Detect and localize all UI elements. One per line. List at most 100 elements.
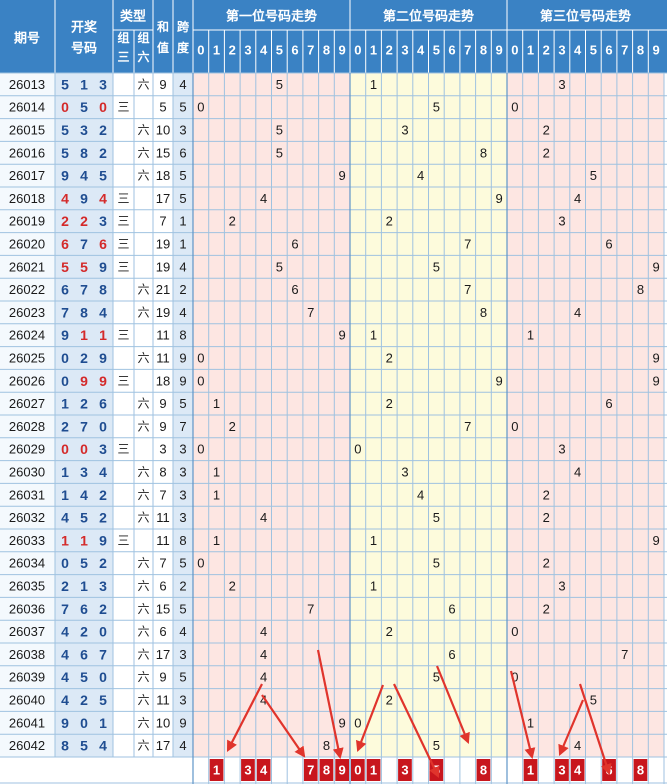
trend-mark: 9 (653, 259, 660, 274)
sum-cell: 9 (159, 419, 166, 434)
prediction-digit: 0 (354, 763, 361, 778)
zone-3-digit-header: 0 (511, 43, 518, 58)
draw-digit: 2 (80, 624, 88, 640)
zone-2-digit-header: 0 (354, 43, 361, 58)
sum-cell: 11 (156, 693, 170, 708)
trend-mark: 1 (213, 465, 220, 480)
span-cell: 5 (179, 601, 186, 616)
sum-cell: 3 (159, 442, 166, 457)
span-cell: 2 (179, 282, 186, 297)
draw-digit: 5 (80, 555, 88, 571)
sum-cell: 19 (156, 237, 170, 252)
trend-mark: 4 (574, 191, 581, 206)
trend-mark: 4 (574, 465, 581, 480)
trend-mark: 1 (527, 715, 534, 730)
trend-mark: 5 (433, 510, 440, 525)
issue-cell: 26026 (9, 373, 45, 388)
trend-mark: 2 (386, 693, 393, 708)
trend-mark: 9 (496, 191, 503, 206)
draw-digit: 9 (61, 715, 69, 731)
draw-digit: 0 (61, 373, 69, 389)
group6-mark: 六 (137, 647, 149, 661)
span-cell: 4 (179, 305, 186, 320)
draw-digit: 9 (99, 373, 107, 389)
issue-cell: 26042 (9, 738, 45, 753)
prediction-digit: 3 (401, 763, 408, 778)
draw-digit: 2 (99, 510, 107, 526)
issue-cell: 26019 (9, 214, 45, 229)
trend-mark: 6 (291, 282, 298, 297)
prediction-digit: 8 (323, 763, 330, 778)
draw-header-line2: 号码 (71, 41, 97, 56)
draw-digit: 8 (99, 282, 107, 298)
draw-digit: 1 (80, 532, 88, 548)
draw-digit: 5 (80, 669, 88, 685)
trend-mark: 2 (229, 419, 236, 434)
span-cell: 3 (179, 510, 186, 525)
trend-mark: 8 (480, 305, 487, 320)
trend-mark: 4 (260, 647, 267, 662)
draw-digit: 7 (61, 304, 69, 320)
trend-mark: 5 (590, 168, 597, 183)
g3-header-line1: 组 (117, 30, 129, 45)
sum-header-line2: 值 (157, 40, 169, 55)
trend-mark: 0 (197, 556, 204, 571)
span-cell: 8 (179, 328, 186, 343)
draw-digit: 1 (80, 76, 88, 92)
sum-cell: 10 (156, 715, 170, 730)
span-cell: 5 (179, 168, 186, 183)
group6-mark: 六 (137, 716, 149, 730)
prediction-digit: 8 (637, 763, 644, 778)
trend-mark: 5 (276, 259, 283, 274)
trend-mark: 4 (417, 168, 424, 183)
zone-2-title: 第二位号码走势 (383, 9, 474, 24)
draw-digit: 5 (80, 259, 88, 275)
draw-digit: 1 (61, 532, 69, 548)
trend-mark: 9 (339, 715, 346, 730)
trend-mark: 5 (433, 738, 440, 753)
draw-digit: 9 (80, 190, 88, 206)
draw-digit: 7 (99, 646, 107, 662)
span-cell: 3 (179, 487, 186, 502)
prediction-digit: 3 (558, 763, 565, 778)
draw-digit: 2 (61, 578, 69, 594)
group6-mark: 六 (137, 739, 149, 753)
draw-digit: 4 (99, 464, 107, 480)
trend-mark: 1 (370, 328, 377, 343)
draw-digit: 6 (80, 646, 88, 662)
draw-digit: 0 (99, 669, 107, 685)
trend-mark: 2 (386, 351, 393, 366)
draw-digit: 9 (80, 373, 88, 389)
sum-cell: 5 (159, 100, 166, 115)
issue-cell: 26033 (9, 533, 45, 548)
issue-cell: 26032 (9, 510, 45, 525)
prediction-digit: 7 (307, 763, 314, 778)
draw-digit: 3 (99, 76, 107, 92)
prediction-digit: 4 (574, 763, 582, 778)
draw-digit: 2 (99, 555, 107, 571)
trend-mark: 1 (370, 533, 377, 548)
group6-mark: 六 (137, 283, 149, 297)
zone-3-digit-header: 5 (590, 43, 597, 58)
trend-mark: 2 (386, 624, 393, 639)
zone-2-digit-header: 9 (496, 43, 503, 58)
prediction-digit: 1 (527, 763, 534, 778)
trend-mark: 2 (229, 214, 236, 229)
draw-digit: 6 (61, 282, 69, 298)
zone-3-digit-header: 9 (653, 43, 660, 58)
draw-digit: 8 (80, 304, 88, 320)
trend-mark: 7 (464, 419, 471, 434)
issue-cell: 26031 (9, 487, 45, 502)
zone-3-digit-header: 4 (574, 43, 582, 58)
trend-mark: 6 (448, 647, 455, 662)
zone-1-digit-header: 8 (323, 43, 330, 58)
sum-header-line1: 和 (156, 19, 169, 34)
draw-digit: 6 (99, 236, 107, 252)
draw-digit: 5 (99, 168, 107, 184)
sum-cell: 15 (156, 145, 170, 160)
zone-3-digit-header: 6 (605, 43, 612, 58)
issue-header: 期号 (14, 31, 40, 46)
zone-3-digit-header: 7 (621, 43, 628, 58)
zone-2-digit-header: 4 (417, 43, 425, 58)
issue-cell: 26022 (9, 282, 45, 297)
